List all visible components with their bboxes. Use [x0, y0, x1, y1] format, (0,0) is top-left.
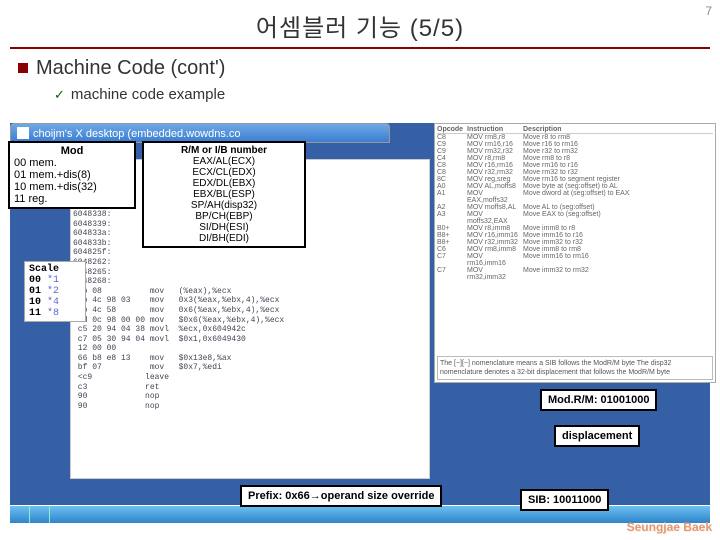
hex-line: 8d 0c 98 00 00 mov $0x6(%eax,%ebx,4),%ec… — [73, 316, 427, 326]
heading-3: ✓ machine code example — [54, 86, 720, 103]
scale-row: 10 *4 — [29, 297, 81, 308]
author-label: Seungjae Baek — [627, 520, 712, 534]
content-area: choijm's X desktop (embedded.wowdns.co 6… — [10, 109, 710, 539]
hex-line: c3 ret — [73, 383, 427, 393]
mod-row: 01 mem.+dis(8) — [14, 169, 130, 181]
rim-row: EAX/AL(ECX) — [148, 156, 300, 167]
rim-row: SP/AH(disp32) — [148, 200, 300, 211]
hex-line: c7 05 30 94 04 movl $0x1,0x6049430 — [73, 335, 427, 345]
opcode-row: 8CMOV reg,sregMove rm16 to segment regis… — [437, 176, 713, 183]
window-titlebar[interactable]: choijm's X desktop (embedded.wowdns.co — [10, 123, 390, 143]
rim-row: SI/DH(ESI) — [148, 222, 300, 233]
opcode-header: Opcode Instruction Description — [437, 126, 713, 134]
hex-line: 6048262: — [73, 258, 427, 268]
opcode-row: C8MOV rm8,r8Move r8 to rm8 — [437, 134, 713, 141]
taskbar-item[interactable] — [10, 506, 30, 523]
hex-line: bf 07 mov $0x7,%edi — [73, 363, 427, 373]
rim-row: BP/CH(EBP) — [148, 211, 300, 222]
callout-modrm: Mod.R/M: 01001000 — [540, 389, 657, 411]
mod-table: Mod 00 mem.01 mem.+dis(8)10 mem.+dis(32)… — [8, 141, 136, 209]
scale-table: Scale 00 *101 *210 *411 *8 — [24, 261, 86, 322]
opcode-row: C7MOV rm32,imm32Move imm32 to rm32 — [437, 267, 713, 281]
opcode-row: A0MOV AL,moffs8Move byte at (seg:offset)… — [437, 183, 713, 190]
opcode-col3: Description — [523, 126, 713, 133]
opcode-table: Opcode Instruction Description C8MOV rm8… — [434, 123, 716, 383]
opcode-row: A2MOV moffs8,ALMove AL to (seg:offset) — [437, 204, 713, 211]
mod-row: 00 mem. — [14, 157, 130, 169]
page-number: 7 — [705, 4, 712, 18]
hex-line: 6048265: — [73, 268, 427, 278]
hex-line: 12 00 00 — [73, 344, 427, 354]
hex-line: 8b 08 mov (%eax),%ecx — [73, 287, 427, 297]
mod-row: 11 reg. — [14, 193, 130, 205]
opcode-row: C6MOV rm8,imm8Move imm8 to rm8 — [437, 246, 713, 253]
rim-row: EBX/BL(ESP) — [148, 189, 300, 200]
square-bullet-icon — [18, 63, 28, 73]
heading-2: Machine Code (cont') — [18, 57, 720, 80]
opcode-row: C9MOV rm16,r16Move r16 to rm16 — [437, 141, 713, 148]
opcode-col1: Opcode — [437, 126, 467, 133]
rim-row: ECX/CL(EDX) — [148, 167, 300, 178]
prefix-post: operand size override — [321, 490, 435, 502]
desktop-background: choijm's X desktop (embedded.wowdns.co 6… — [10, 123, 710, 523]
hex-line: 604825f: — [73, 248, 427, 258]
hex-line: <c9 leave — [73, 373, 427, 383]
opcode-row: B0+MOV r8,imm8Move imm8 to r8 — [437, 225, 713, 232]
arrow-right-icon: → — [310, 490, 321, 502]
scale-row: 11 *8 — [29, 308, 81, 319]
scale-row: 01 *2 — [29, 286, 81, 297]
hex-line: 6048268: — [73, 277, 427, 287]
title-underline — [10, 47, 710, 49]
hex-line: 66 b8 e8 13 mov $0x13e8,%ax — [73, 354, 427, 364]
window-title-text: choijm's X desktop (embedded.wowdns.co — [33, 128, 241, 140]
mod-row: 10 mem.+dis(32) — [14, 181, 130, 193]
opcode-row: C7MOV rm16,imm16Move imm16 to rm16 — [437, 253, 713, 267]
hex-line: 90 nop — [73, 392, 427, 402]
opcode-row: B8+MOV r16,imm16Move imm16 to r16 — [437, 232, 713, 239]
hex-line: c5 20 94 04 38 movl %ecx,0x604942c — [73, 325, 427, 335]
opcode-footer: The [−][−] nomenclature means a SIB foll… — [437, 356, 713, 380]
rim-row: EDX/DL(EBX) — [148, 178, 300, 189]
prefix-pre: Prefix: 0x66 — [248, 490, 310, 502]
callout-prefix: Prefix: 0x66→operand size override — [240, 485, 442, 507]
rim-row: DI/BH(EDI) — [148, 233, 300, 244]
callout-displacement: displacement — [554, 425, 640, 447]
opcode-row: C8MOV r32,rm32Move rm32 to r32 — [437, 169, 713, 176]
scale-row: 00 *1 — [29, 275, 81, 286]
hex-line: 8b 4c 58 mov 0x6(%eax,%ebx,4),%ecx — [73, 306, 427, 316]
opcode-row: A1MOV EAX,moffs32Move dword at (seg:offs… — [437, 190, 713, 204]
opcode-col2: Instruction — [467, 126, 523, 133]
opcode-row: C9MOV rm32,r32Move r32 to rm32 — [437, 148, 713, 155]
window-icon — [17, 127, 29, 139]
opcode-row: C8MOV r16,rm16Move rm16 to r16 — [437, 162, 713, 169]
rim-table: R/M or I/B number EAX/AL(ECX)ECX/CL(EDX)… — [142, 141, 306, 248]
opcode-row: A3MOV moffs32,EAXMove EAX to (seg:offset… — [437, 211, 713, 225]
heading-3-text: machine code example — [71, 86, 225, 103]
heading-2-text: Machine Code (cont') — [36, 57, 225, 79]
callout-sib: SIB: 10011000 — [520, 489, 609, 511]
taskbar-item[interactable] — [30, 506, 50, 523]
opcode-row: C4MOV r8,rm8Move rm8 to r8 — [437, 155, 713, 162]
scale-header: Scale — [29, 264, 81, 275]
check-icon: ✓ — [54, 87, 65, 102]
hex-line: 8b 4c 98 03 mov 0x3(%eax,%ebx,4),%ecx — [73, 296, 427, 306]
rim-header: R/M or I/B number — [148, 145, 300, 156]
mod-header: Mod — [14, 145, 130, 157]
opcode-row: B8+MOV r32,imm32Move imm32 to r32 — [437, 239, 713, 246]
slide-title: 어셈블러 기능 (5/5) — [0, 0, 720, 47]
hex-line: 90 nop — [73, 402, 427, 412]
